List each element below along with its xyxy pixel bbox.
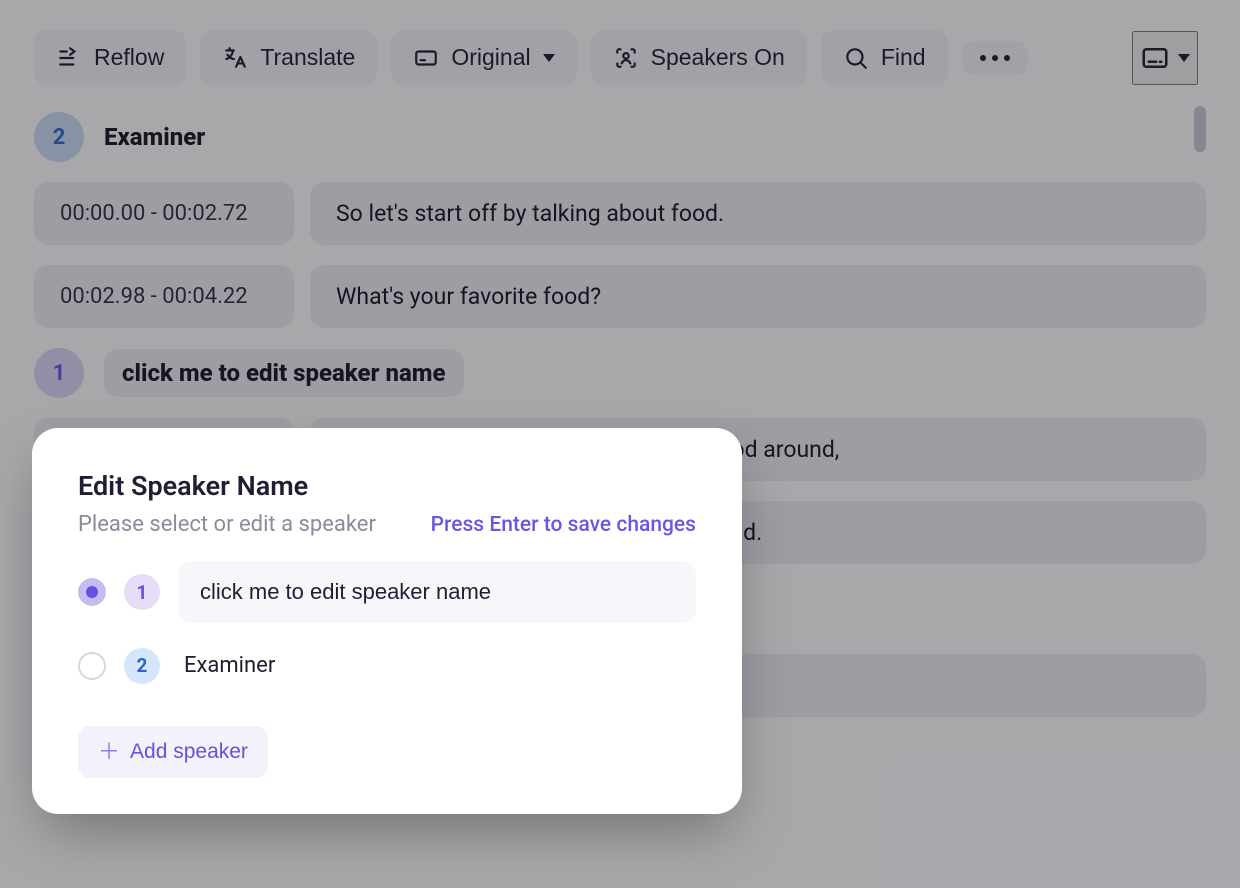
speaker-option-name: Examiner (178, 641, 281, 690)
plus-icon: ＋ (98, 741, 120, 763)
add-speaker-button[interactable]: ＋ Add speaker (78, 726, 268, 778)
more-button[interactable] (962, 41, 1028, 75)
speaker-header[interactable]: 2 Examiner (34, 112, 1206, 162)
speaker-header[interactable]: 1 click me to edit speaker name (34, 348, 1206, 398)
scrollbar-thumb[interactable] (1194, 106, 1206, 152)
speaker-radio[interactable] (78, 652, 106, 680)
speaker-badge: 2 (34, 112, 84, 162)
speaker-name[interactable]: click me to edit speaker name (104, 349, 464, 397)
more-icon (980, 55, 1010, 61)
find-button[interactable]: Find (821, 30, 948, 85)
translate-icon (222, 45, 248, 71)
speaker-option-badge: 1 (124, 574, 160, 610)
chevron-down-icon (1178, 54, 1190, 62)
speaker-name[interactable]: Examiner (104, 123, 205, 151)
speaker-option[interactable]: 2 Examiner (78, 641, 696, 690)
view-mode-label: Original (451, 44, 530, 71)
reflow-button[interactable]: Reflow (34, 30, 186, 85)
find-label: Find (881, 44, 926, 71)
transcript-line: 00:00.00 - 00:02.72 So let's start off by… (34, 182, 1206, 245)
translate-label: Translate (260, 44, 355, 71)
chevron-down-icon (543, 54, 555, 62)
reflow-icon (56, 45, 82, 71)
view-mode-dropdown[interactable]: Original (391, 30, 576, 85)
speaker-name-input[interactable] (178, 561, 696, 623)
speakers-icon (613, 45, 639, 71)
speaker-option-badge: 2 (124, 648, 160, 684)
reflow-label: Reflow (94, 44, 164, 71)
speaker-option[interactable]: 1 (78, 561, 696, 623)
timestamp[interactable]: 00:02.98 - 00:04.22 (34, 265, 294, 328)
speaker-badge: 1 (34, 348, 84, 398)
transcript-text[interactable]: What's your favorite food? (310, 265, 1206, 328)
toolbar: Reflow Translate Original Speakers On Fi… (0, 0, 1240, 103)
transcript-text[interactable]: So let's start off by talking about food… (310, 182, 1206, 245)
speakers-label: Speakers On (651, 44, 785, 71)
speaker-radio[interactable] (78, 578, 106, 606)
popover-hint: Press Enter to save changes (431, 513, 696, 537)
edit-speaker-popover: Edit Speaker Name Please select or edit … (32, 428, 742, 814)
layout-dropdown[interactable] (1132, 31, 1198, 85)
subtitle-icon (413, 45, 439, 71)
popover-title: Edit Speaker Name (78, 470, 696, 502)
speakers-toggle[interactable]: Speakers On (591, 30, 807, 85)
translate-button[interactable]: Translate (200, 30, 377, 85)
popover-subtitle: Please select or edit a speaker (78, 512, 376, 537)
layout-icon (1140, 43, 1170, 73)
timestamp[interactable]: 00:00.00 - 00:02.72 (34, 182, 294, 245)
transcript-line: 00:02.98 - 00:04.22 What's your favorite … (34, 265, 1206, 328)
add-speaker-label: Add speaker (130, 740, 248, 764)
search-icon (843, 45, 869, 71)
